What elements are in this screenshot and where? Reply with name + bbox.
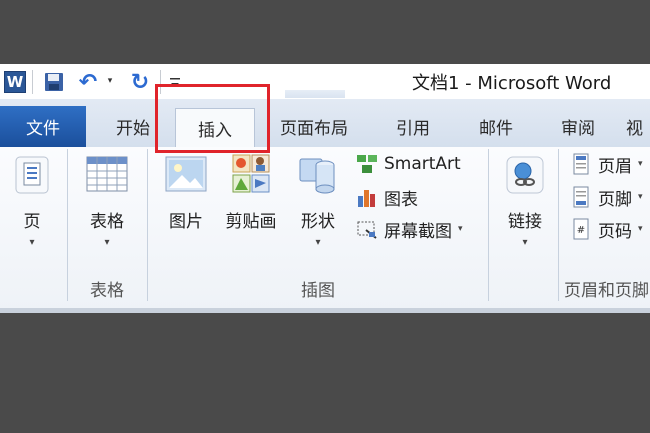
- undo-dropdown-icon[interactable]: ▾: [105, 74, 115, 88]
- footer-label: 页脚: [598, 189, 632, 210]
- chart-button[interactable]: 图表: [356, 183, 418, 211]
- chevron-down-icon: ▾: [29, 237, 35, 248]
- chevron-down-icon: ▾: [638, 192, 643, 202]
- tables-group-label: 表格: [90, 280, 124, 301]
- link-icon: [503, 153, 547, 197]
- chevron-down-icon: ▾: [638, 224, 643, 234]
- ribbon-insert-panel: 页 ▾ 表格 ▾ 表格 图片 剪贴画 形状 ▾ SmartArt 图表 屏幕截图…: [0, 147, 650, 313]
- tab-review[interactable]: 审阅: [545, 106, 611, 147]
- page-icon: [10, 153, 54, 197]
- undo-icon[interactable]: ↶: [76, 70, 100, 95]
- header-label: 页眉: [598, 156, 632, 177]
- screenshot-icon: [357, 221, 377, 239]
- qat-divider: [32, 70, 33, 94]
- clipart-button[interactable]: 剪贴画: [218, 149, 284, 267]
- picture-label: 图片: [169, 212, 203, 232]
- shapes-button[interactable]: 形状 ▾: [288, 149, 348, 267]
- word-window: W ↶ ▾ ↻ 文档1 - Microsoft Word 文件 开始 插入 页面…: [0, 64, 650, 313]
- header-footer-group-label: 页眉和页脚: [564, 280, 649, 301]
- screenshot-button[interactable]: 屏幕截图 ▾: [356, 215, 463, 243]
- group-divider: [558, 149, 559, 301]
- tab-home[interactable]: 开始: [98, 106, 168, 147]
- illustrations-group-label: 插图: [301, 280, 335, 301]
- header-button[interactable]: 页眉 ▾: [570, 150, 643, 178]
- footer-icon: [573, 186, 589, 208]
- chevron-down-icon: ▾: [315, 237, 321, 248]
- table-button[interactable]: 表格 ▾: [76, 149, 138, 267]
- page-number-button[interactable]: # 页码 ▾: [570, 215, 643, 243]
- window-title: 文档1 - Microsoft Word: [412, 73, 612, 94]
- links-button[interactable]: 链接 ▾: [497, 149, 553, 267]
- page-button[interactable]: 页 ▾: [6, 149, 58, 267]
- tab-hover-glow: [285, 90, 345, 98]
- header-icon: [573, 153, 589, 175]
- page-number-icon: #: [573, 218, 589, 240]
- shapes-icon: [296, 153, 340, 197]
- smartart-label: SmartArt: [384, 154, 461, 174]
- chevron-down-icon: ▾: [458, 224, 463, 234]
- links-label: 链接: [508, 212, 542, 232]
- chevron-down-icon: ▾: [638, 159, 643, 169]
- page-number-label: 页码: [598, 221, 632, 242]
- clipart-icon: [229, 153, 273, 197]
- shapes-label: 形状: [301, 212, 335, 232]
- tab-page-layout[interactable]: 页面布局: [268, 106, 360, 147]
- chart-label: 图表: [384, 189, 418, 210]
- tab-insert[interactable]: 插入: [175, 108, 255, 148]
- svg-text:#: #: [577, 225, 585, 236]
- redo-icon[interactable]: ↻: [128, 70, 152, 95]
- title-bar: W ↶ ▾ ↻ 文档1 - Microsoft Word: [0, 64, 650, 99]
- footer-button[interactable]: 页脚 ▾: [570, 183, 643, 211]
- ribbon-bottom-edge: [0, 308, 650, 313]
- tab-mailings[interactable]: 邮件: [463, 106, 529, 147]
- chart-icon: [358, 190, 375, 207]
- tab-references[interactable]: 引用: [380, 106, 446, 147]
- word-app-icon[interactable]: W: [4, 71, 26, 93]
- customize-qat-icon[interactable]: [168, 72, 182, 92]
- screenshot-label: 屏幕截图: [384, 221, 452, 242]
- picture-button[interactable]: 图片: [156, 149, 216, 267]
- smartart-button[interactable]: SmartArt: [356, 150, 461, 178]
- ribbon-tabs: 文件 开始 插入 页面布局 引用 邮件 审阅 视: [0, 99, 650, 148]
- table-icon: [85, 153, 129, 197]
- page-label: 页: [23, 212, 41, 232]
- qat-divider: [160, 70, 161, 94]
- picture-icon: [164, 153, 208, 197]
- table-label: 表格: [90, 212, 124, 232]
- tab-file[interactable]: 文件: [0, 106, 86, 147]
- clipart-label: 剪贴画: [225, 212, 277, 232]
- save-icon[interactable]: [44, 72, 64, 92]
- group-divider: [488, 149, 489, 301]
- chevron-down-icon: ▾: [522, 237, 528, 248]
- chevron-down-icon: ▾: [104, 237, 110, 248]
- smartart-icon: [357, 155, 377, 173]
- tab-view[interactable]: 视: [626, 106, 650, 147]
